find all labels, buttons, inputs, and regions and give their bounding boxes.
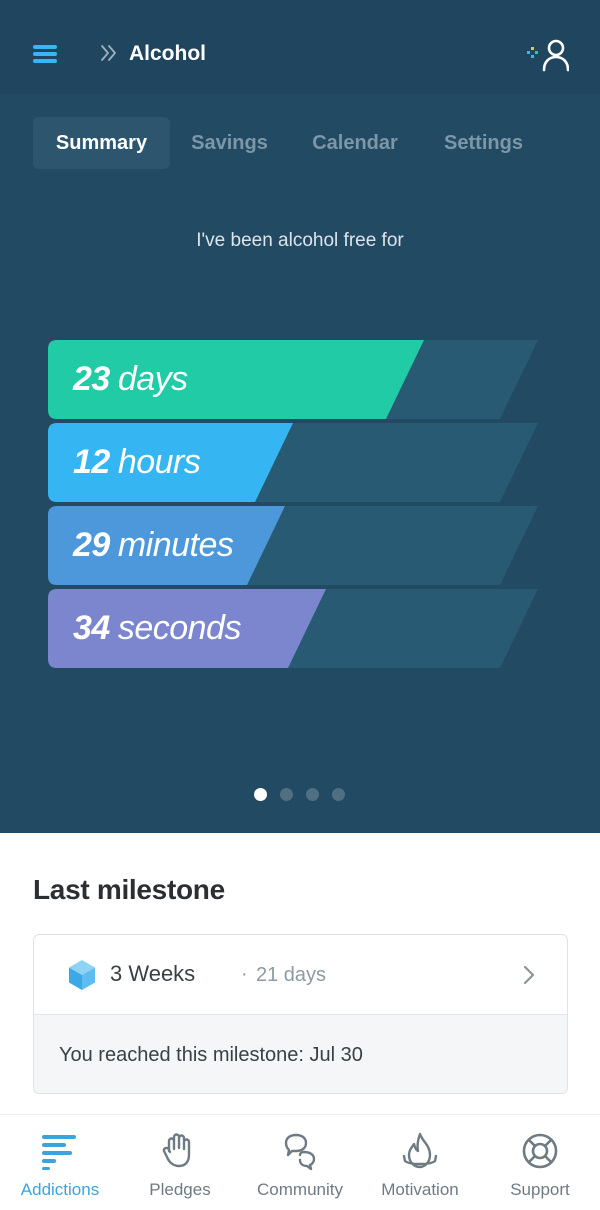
- nav-support[interactable]: Support: [480, 1115, 600, 1210]
- tab-calendar[interactable]: Calendar: [293, 117, 417, 169]
- nav-label: Community: [257, 1180, 343, 1199]
- hand-icon: [162, 1133, 191, 1168]
- page-dot[interactable]: [254, 788, 267, 801]
- app-header: Alcohol: [0, 0, 600, 94]
- seconds-unit: seconds: [117, 609, 242, 647]
- milestone-row[interactable]: 3 Weeks · 21 days: [34, 935, 567, 1014]
- chat-icon: [284, 1133, 316, 1171]
- seconds-counter: 34 seconds: [48, 589, 538, 668]
- nav-label: Motivation: [381, 1180, 459, 1199]
- profile-icon[interactable]: [525, 38, 569, 72]
- addictions-icon: [42, 1135, 76, 1170]
- abstinence-intro: I've been alcohol free for: [196, 230, 404, 251]
- nav-label: Support: [510, 1180, 570, 1199]
- page-dot[interactable]: [280, 788, 293, 801]
- milestone-card: 3 Weeks · 21 days You reached this miles…: [33, 934, 568, 1094]
- milestone-days: 21 days: [256, 964, 327, 986]
- nav-label: Pledges: [149, 1180, 211, 1199]
- minutes-counter: 29 minutes: [48, 506, 538, 585]
- nav-motivation[interactable]: Motivation: [360, 1115, 480, 1210]
- seconds-value: 34: [73, 609, 110, 647]
- double-chevron-right-icon: [101, 45, 116, 61]
- tab-settings[interactable]: Settings: [427, 117, 540, 169]
- days-counter: 23 days: [48, 340, 538, 419]
- cube-icon: [69, 960, 95, 990]
- nav-community[interactable]: Community: [240, 1115, 360, 1210]
- milestone-reached-date: You reached this milestone: Jul 30: [59, 1044, 363, 1066]
- page-title: Alcohol: [129, 42, 206, 65]
- lifebuoy-icon: [522, 1133, 558, 1169]
- chevron-right-icon[interactable]: [522, 964, 536, 986]
- bottom-nav: Addictions Pledges Community Motivation …: [0, 1114, 600, 1210]
- milestone-section-title: Last milestone: [33, 874, 225, 905]
- page-dot[interactable]: [332, 788, 345, 801]
- days-value: 23: [73, 360, 110, 398]
- days-unit: days: [117, 360, 188, 398]
- hours-value: 12: [73, 443, 110, 481]
- tab-savings[interactable]: Savings: [176, 117, 283, 169]
- menu-icon[interactable]: [33, 45, 57, 63]
- milestone-separator: ·: [241, 963, 248, 985]
- page-indicator[interactable]: [254, 788, 345, 801]
- flame-icon: [402, 1132, 438, 1169]
- nav-pledges[interactable]: Pledges: [120, 1115, 240, 1210]
- milestone-details: You reached this milestone: Jul 30: [34, 1014, 567, 1093]
- nav-addictions[interactable]: Addictions: [0, 1115, 120, 1210]
- tab-summary[interactable]: Summary: [33, 117, 170, 169]
- summary-panel: Alcohol Summary Savings Calendar Setting…: [0, 0, 600, 833]
- hours-unit: hours: [117, 443, 201, 481]
- minutes-value: 29: [73, 526, 110, 564]
- hours-counter: 12 hours: [48, 423, 538, 502]
- nav-label: Addictions: [20, 1180, 100, 1199]
- minutes-unit: minutes: [117, 526, 234, 564]
- milestone-name: 3 Weeks: [110, 961, 196, 986]
- page-dot[interactable]: [306, 788, 319, 801]
